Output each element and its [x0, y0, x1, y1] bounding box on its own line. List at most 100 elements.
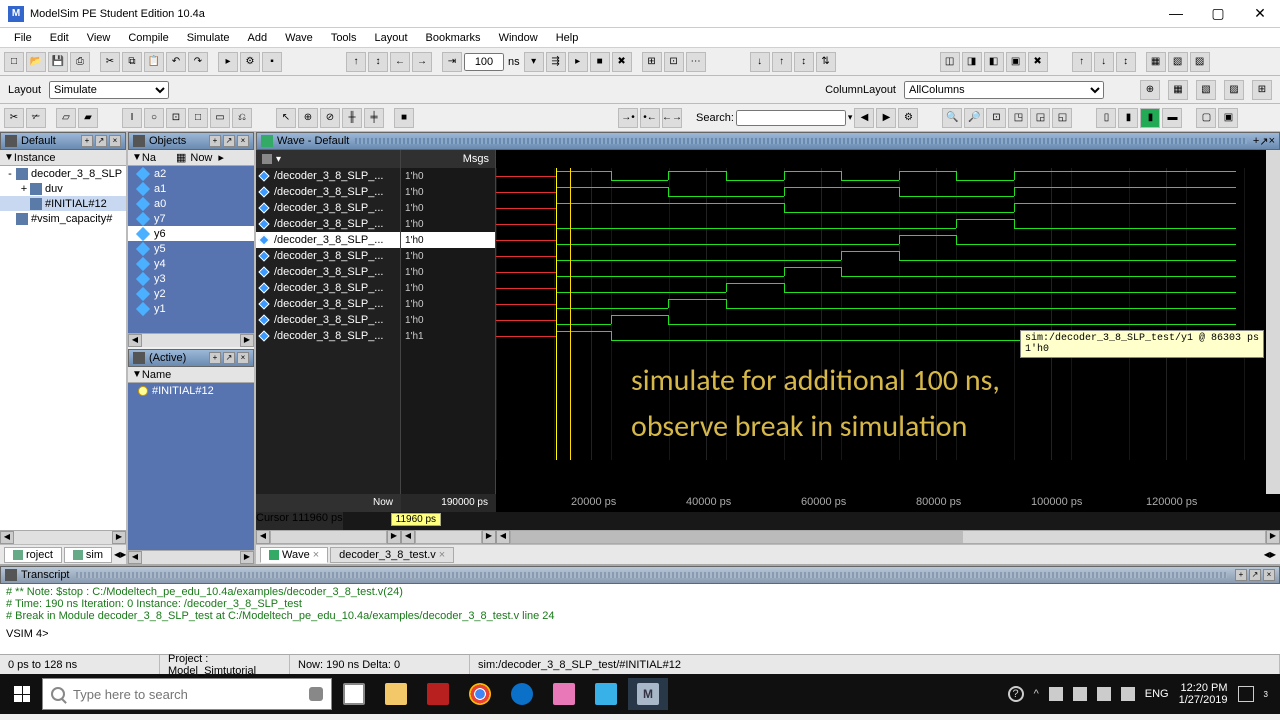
system-tray[interactable]: ? ^ ENG 12:20 PM 1/27/2019 3 — [1008, 682, 1276, 706]
tool-button[interactable]: □ — [188, 108, 208, 128]
cursor-position-box[interactable]: 11960 ps — [391, 513, 441, 526]
step-button[interactable]: ↕ — [368, 52, 388, 72]
menu-window[interactable]: Window — [491, 30, 546, 46]
wave-hscroll[interactable]: ◀▶ ◀▶ ◀▶ — [256, 530, 1280, 544]
taskbar-search[interactable] — [42, 678, 332, 710]
tool-button[interactable]: ⊡ — [166, 108, 186, 128]
volume-icon[interactable] — [1121, 687, 1135, 701]
signal-item[interactable]: /decoder_3_8_SLP_... — [256, 296, 400, 312]
menu-edit[interactable]: Edit — [42, 30, 77, 46]
menu-view[interactable]: View — [79, 30, 119, 46]
signal-item[interactable]: /decoder_3_8_SLP_... — [256, 168, 400, 184]
menu-layout[interactable]: Layout — [367, 30, 416, 46]
active-item[interactable]: #INITIAL#12 — [128, 383, 254, 398]
taskbar-chrome[interactable] — [460, 678, 500, 710]
taskbar-edge[interactable] — [502, 678, 542, 710]
signal-item[interactable]: /decoder_3_8_SLP_... — [256, 264, 400, 280]
scroll-right[interactable]: ▶ — [112, 531, 126, 544]
menu-simulate[interactable]: Simulate — [179, 30, 238, 46]
search-input[interactable] — [736, 110, 846, 126]
minimize-button[interactable]: — — [1164, 5, 1188, 22]
view-button[interactable]: ▬ — [1162, 108, 1182, 128]
timescale[interactable]: 20000 ps40000 ps60000 ps80000 ps100000 p… — [496, 494, 1280, 512]
copy-button[interactable]: ⧉ — [122, 52, 142, 72]
transcript-header[interactable]: Transcript + ↗ × — [0, 566, 1280, 584]
menu-compile[interactable]: Compile — [120, 30, 176, 46]
panel-btn[interactable]: ↗ — [223, 352, 235, 364]
wave-tool-button[interactable]: ✖ — [1028, 52, 1048, 72]
tool-button[interactable]: ▨ — [1224, 80, 1244, 100]
format-button[interactable]: ▨ — [1190, 52, 1210, 72]
view-button[interactable]: ▮ — [1118, 108, 1138, 128]
sim-subheader[interactable]: ▼Instance — [0, 150, 126, 166]
step-out-button[interactable]: → — [412, 52, 432, 72]
tool-button[interactable]: ✃ — [26, 108, 46, 128]
compile-button[interactable]: ▸ — [218, 52, 238, 72]
task-view-button[interactable] — [334, 678, 374, 710]
undo-button[interactable]: ↶ — [166, 52, 186, 72]
cut-button[interactable]: ✂ — [100, 52, 120, 72]
dropdown-icon[interactable]: ▾ — [524, 52, 544, 72]
panel-btn[interactable]: × — [109, 135, 121, 147]
sim-button[interactable]: ▪ — [262, 52, 282, 72]
transcript-prompt[interactable]: VSIM 4> — [6, 628, 1274, 640]
tool-button[interactable]: I — [122, 108, 142, 128]
signal-item[interactable]: /decoder_3_8_SLP_... — [256, 248, 400, 264]
taskbar-search-input[interactable] — [73, 687, 301, 702]
stop-button[interactable]: ✖ — [612, 52, 632, 72]
search-prev-button[interactable]: ◀ — [854, 108, 874, 128]
waveform-area[interactable]: simulate for additional 100 ns, observe … — [496, 150, 1266, 494]
menu-tools[interactable]: Tools — [323, 30, 365, 46]
tool-button[interactable]: ▱ — [56, 108, 76, 128]
start-button[interactable] — [4, 678, 40, 710]
menu-bookmarks[interactable]: Bookmarks — [418, 30, 489, 46]
objects-subheader[interactable]: ▼Na▦Now▸ — [128, 150, 254, 166]
signal-item[interactable]: /decoder_3_8_SLP_... — [256, 200, 400, 216]
tool-button[interactable]: ▧ — [1196, 80, 1216, 100]
scroll-left[interactable]: ◀ — [128, 551, 142, 564]
tool-button[interactable]: ╫ — [342, 108, 362, 128]
active-subheader[interactable]: ▼Name — [128, 367, 254, 383]
tool-button[interactable]: ■ — [394, 108, 414, 128]
tool-button[interactable]: ⊕ — [1140, 80, 1160, 100]
search-opt-button[interactable]: ⚙ — [898, 108, 918, 128]
save-button[interactable]: 💾 — [48, 52, 68, 72]
panel-btn[interactable]: + — [1235, 569, 1247, 581]
scroll-left[interactable]: ◀ — [0, 531, 14, 544]
cursor-line[interactable] — [556, 168, 557, 460]
signal-item[interactable]: /decoder_3_8_SLP_... — [256, 328, 400, 344]
panel-btn[interactable]: × — [1263, 569, 1275, 581]
tool-button[interactable]: ⊞ — [642, 52, 662, 72]
tool-button[interactable]: ▣ — [1218, 108, 1238, 128]
wave-tool-button[interactable]: ◧ — [984, 52, 1004, 72]
signal-item[interactable]: /decoder_3_8_SLP_... — [256, 184, 400, 200]
wave-tool-button[interactable]: ◨ — [962, 52, 982, 72]
tool-button[interactable]: ▰ — [78, 108, 98, 128]
columnlayout-select[interactable]: AllColumns — [904, 81, 1104, 99]
cursor-track[interactable]: 11960 ps — [343, 512, 1280, 530]
scroll-right[interactable]: ▶ — [240, 551, 254, 564]
menu-file[interactable]: File — [6, 30, 40, 46]
signal-item[interactable]: /decoder_3_8_SLP_... — [256, 232, 400, 248]
zoom-button[interactable]: ↑ — [1072, 52, 1092, 72]
panel-btn[interactable]: ↗ — [1249, 569, 1261, 581]
help-icon[interactable]: ? — [1008, 686, 1024, 702]
layout-select[interactable]: Simulate — [49, 81, 169, 99]
zoom-cursor-button[interactable]: ◳ — [1008, 108, 1028, 128]
wave-tool-button[interactable]: ▣ — [1006, 52, 1026, 72]
object-item[interactable]: a2 — [128, 166, 254, 181]
tool-button[interactable]: ▦ — [1168, 80, 1188, 100]
tool-button[interactable]: ⊘ — [320, 108, 340, 128]
taskbar-app[interactable] — [586, 678, 626, 710]
panel-btn[interactable]: × — [237, 135, 249, 147]
taskbar-explorer[interactable] — [376, 678, 416, 710]
tray-icon[interactable] — [1073, 687, 1087, 701]
signal-item[interactable]: /decoder_3_8_SLP_... — [256, 216, 400, 232]
tree-item[interactable]: #vsim_capacity# — [0, 211, 126, 226]
taskbar-adobe[interactable] — [418, 678, 458, 710]
object-item[interactable]: y3 — [128, 271, 254, 286]
language-indicator[interactable]: ENG — [1145, 688, 1169, 700]
signal-item[interactable]: /decoder_3_8_SLP_... — [256, 312, 400, 328]
format-button[interactable]: ▧ — [1168, 52, 1188, 72]
panel-btn[interactable]: ↗ — [95, 135, 107, 147]
